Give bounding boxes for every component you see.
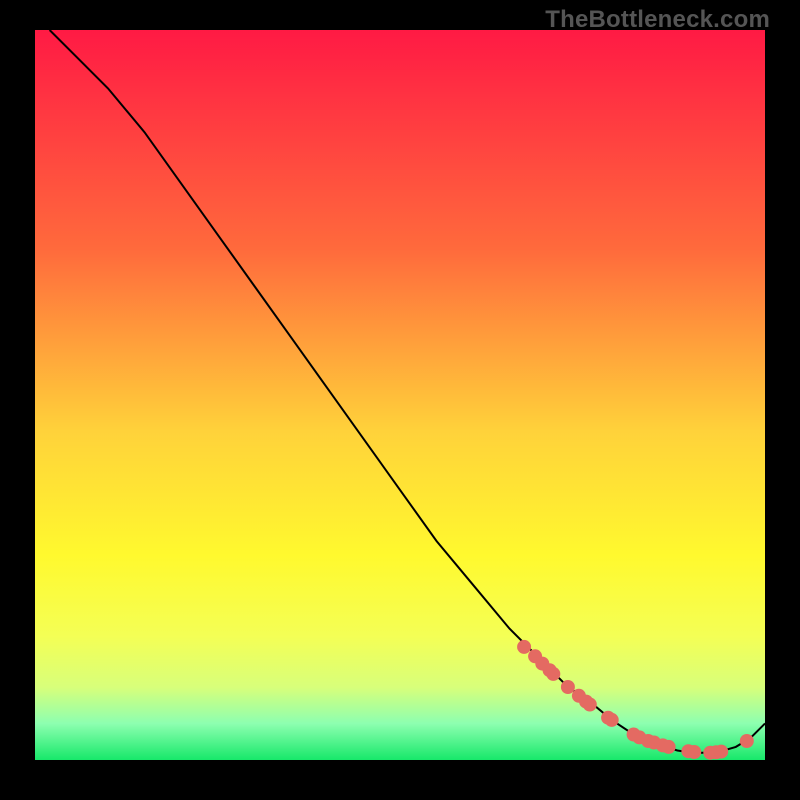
data-point [546, 667, 560, 681]
plot-area [35, 30, 765, 760]
data-point [605, 713, 619, 727]
data-point [714, 745, 728, 759]
chart-stage: TheBottleneck.com [0, 0, 800, 800]
chart-svg [35, 30, 765, 760]
data-point [583, 698, 597, 712]
data-point [561, 680, 575, 694]
data-point [517, 640, 531, 654]
gradient-background [35, 30, 765, 760]
data-point [740, 734, 754, 748]
data-point [662, 740, 676, 754]
data-point [687, 745, 701, 759]
